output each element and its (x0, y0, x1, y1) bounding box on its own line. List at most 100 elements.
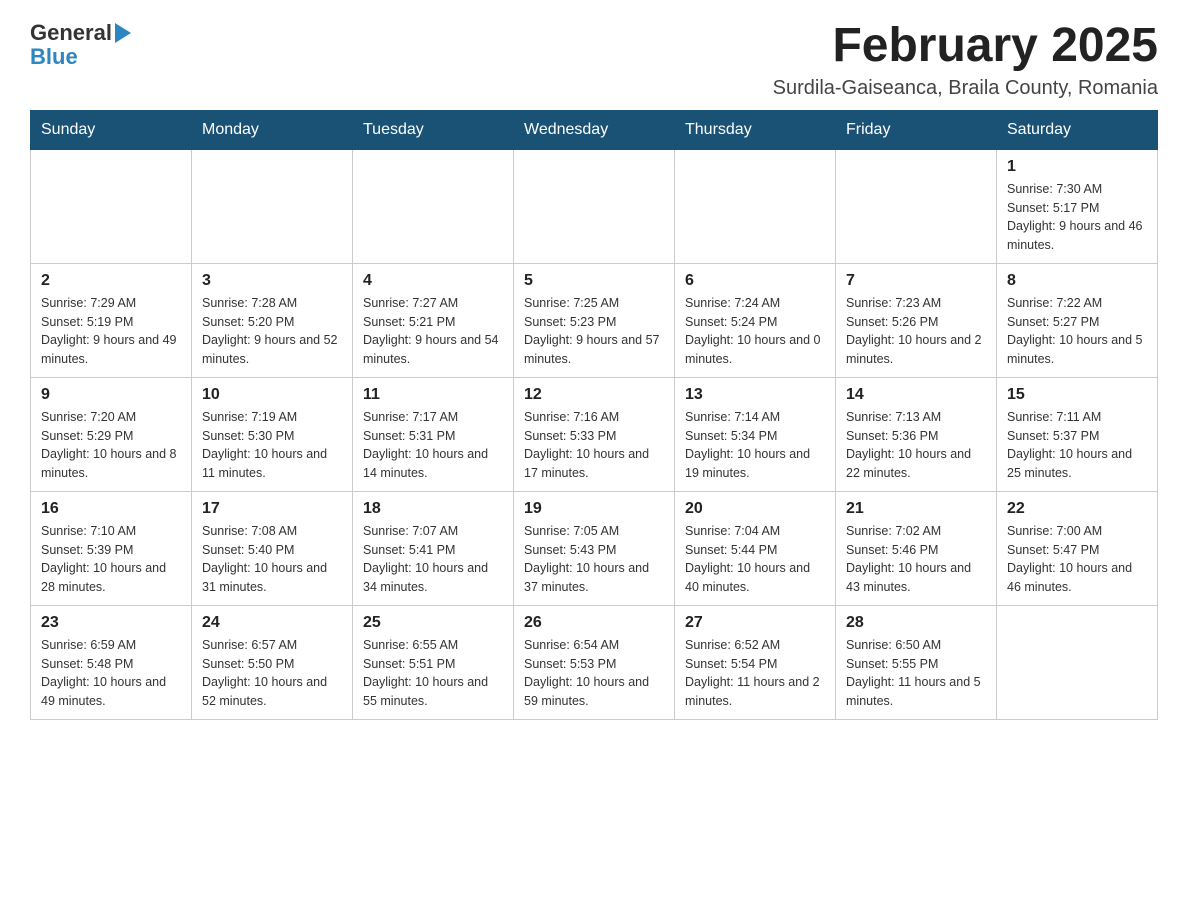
day-info: Sunrise: 7:08 AM Sunset: 5:40 PM Dayligh… (202, 522, 342, 597)
day-cell: 27 Sunrise: 6:52 AM Sunset: 5:54 PM Dayli… (675, 605, 836, 719)
day-cell (675, 149, 836, 263)
day-info: Sunrise: 7:24 AM Sunset: 5:24 PM Dayligh… (685, 294, 825, 369)
day-number: 15 (1007, 386, 1147, 404)
month-title: February 2025 (773, 20, 1158, 73)
day-cell: 12Sunrise: 7:16 AM Sunset: 5:33 PM Dayli… (514, 377, 675, 491)
day-number: 19 (524, 500, 664, 518)
day-number: 28 (846, 614, 986, 632)
day-number: 12 (524, 386, 664, 404)
day-cell: 23 Sunrise: 6:59 AM Sunset: 5:48 PM Dayli… (31, 605, 192, 719)
day-info: Sunrise: 6:59 AM Sunset: 5:48 PM Dayligh… (41, 636, 181, 711)
day-number: 27 (685, 614, 825, 632)
weekday-header-wednesday: Wednesday (514, 110, 675, 149)
day-info: Sunrise: 7:27 AM Sunset: 5:21 PM Dayligh… (363, 294, 503, 369)
day-info: Sunrise: 7:13 AM Sunset: 5:36 PM Dayligh… (846, 408, 986, 483)
day-cell: 15 Sunrise: 7:11 AM Sunset: 5:37 PM Dayli… (997, 377, 1158, 491)
day-cell: 11 Sunrise: 7:17 AM Sunset: 5:31 PM Dayli… (353, 377, 514, 491)
day-number: 7 (846, 272, 986, 290)
day-number: 13 (685, 386, 825, 404)
day-cell: 2 Sunrise: 7:29 AM Sunset: 5:19 PM Daylig… (31, 263, 192, 377)
header: General Blue February 2025 Surdila-Gaise… (30, 20, 1158, 100)
day-info: Sunrise: 7:07 AM Sunset: 5:41 PM Dayligh… (363, 522, 503, 597)
day-cell: 3Sunrise: 7:28 AM Sunset: 5:20 PM Daylig… (192, 263, 353, 377)
day-cell: 5 Sunrise: 7:25 AM Sunset: 5:23 PM Daylig… (514, 263, 675, 377)
day-info: Sunrise: 6:52 AM Sunset: 5:54 PM Dayligh… (685, 636, 825, 711)
day-number: 21 (846, 500, 986, 518)
day-cell (997, 605, 1158, 719)
day-info: Sunrise: 7:11 AM Sunset: 5:37 PM Dayligh… (1007, 408, 1147, 483)
day-number: 2 (41, 272, 181, 290)
title-section: February 2025 Surdila-Gaiseanca, Braila … (773, 20, 1158, 100)
day-info: Sunrise: 6:50 AM Sunset: 5:55 PM Dayligh… (846, 636, 986, 711)
day-cell: 8 Sunrise: 7:22 AM Sunset: 5:27 PM Daylig… (997, 263, 1158, 377)
day-number: 16 (41, 500, 181, 518)
week-row-1: 1 Sunrise: 7:30 AM Sunset: 5:17 PM Daylig… (31, 149, 1158, 263)
day-info: Sunrise: 7:25 AM Sunset: 5:23 PM Dayligh… (524, 294, 664, 369)
day-number: 20 (685, 500, 825, 518)
day-info: Sunrise: 7:28 AM Sunset: 5:20 PM Dayligh… (202, 294, 342, 369)
day-number: 18 (363, 500, 503, 518)
day-cell: 13 Sunrise: 7:14 AM Sunset: 5:34 PM Dayli… (675, 377, 836, 491)
weekday-header-saturday: Saturday (997, 110, 1158, 149)
day-cell: 14 Sunrise: 7:13 AM Sunset: 5:36 PM Dayli… (836, 377, 997, 491)
day-info: Sunrise: 7:05 AM Sunset: 5:43 PM Dayligh… (524, 522, 664, 597)
day-info: Sunrise: 7:23 AM Sunset: 5:26 PM Dayligh… (846, 294, 986, 369)
day-cell: 25Sunrise: 6:55 AM Sunset: 5:51 PM Dayli… (353, 605, 514, 719)
location-subtitle: Surdila-Gaiseanca, Braila County, Romani… (773, 77, 1158, 100)
day-cell: 21 Sunrise: 7:02 AM Sunset: 5:46 PM Dayli… (836, 491, 997, 605)
day-cell: 20 Sunrise: 7:04 AM Sunset: 5:44 PM Dayli… (675, 491, 836, 605)
day-cell: 22Sunrise: 7:00 AM Sunset: 5:47 PM Dayli… (997, 491, 1158, 605)
day-cell (836, 149, 997, 263)
day-info: Sunrise: 7:30 AM Sunset: 5:17 PM Dayligh… (1007, 180, 1147, 255)
day-number: 17 (202, 500, 342, 518)
day-info: Sunrise: 7:04 AM Sunset: 5:44 PM Dayligh… (685, 522, 825, 597)
day-cell: 17 Sunrise: 7:08 AM Sunset: 5:40 PM Dayli… (192, 491, 353, 605)
day-number: 14 (846, 386, 986, 404)
day-info: Sunrise: 6:55 AM Sunset: 5:51 PM Dayligh… (363, 636, 503, 711)
week-row-3: 9Sunrise: 7:20 AM Sunset: 5:29 PM Daylig… (31, 377, 1158, 491)
day-number: 23 (41, 614, 181, 632)
day-number: 5 (524, 272, 664, 290)
day-cell: 10 Sunrise: 7:19 AM Sunset: 5:30 PM Dayli… (192, 377, 353, 491)
logo-arrow-icon (115, 23, 131, 43)
day-number: 22 (1007, 500, 1147, 518)
day-cell: 18 Sunrise: 7:07 AM Sunset: 5:41 PM Dayli… (353, 491, 514, 605)
weekday-header-sunday: Sunday (31, 110, 192, 149)
day-info: Sunrise: 7:22 AM Sunset: 5:27 PM Dayligh… (1007, 294, 1147, 369)
day-cell: 26Sunrise: 6:54 AM Sunset: 5:53 PM Dayli… (514, 605, 675, 719)
day-cell: 24Sunrise: 6:57 AM Sunset: 5:50 PM Dayli… (192, 605, 353, 719)
day-number: 24 (202, 614, 342, 632)
day-number: 10 (202, 386, 342, 404)
weekday-header-friday: Friday (836, 110, 997, 149)
day-number: 8 (1007, 272, 1147, 290)
week-row-4: 16Sunrise: 7:10 AM Sunset: 5:39 PM Dayli… (31, 491, 1158, 605)
day-cell (192, 149, 353, 263)
day-number: 11 (363, 386, 503, 404)
weekday-header-thursday: Thursday (675, 110, 836, 149)
day-cell (353, 149, 514, 263)
weekday-header-monday: Monday (192, 110, 353, 149)
logo-blue-text: Blue (30, 44, 78, 70)
day-cell (31, 149, 192, 263)
day-number: 26 (524, 614, 664, 632)
day-cell: 9Sunrise: 7:20 AM Sunset: 5:29 PM Daylig… (31, 377, 192, 491)
logo: General Blue (30, 20, 131, 70)
day-cell: 1 Sunrise: 7:30 AM Sunset: 5:17 PM Daylig… (997, 149, 1158, 263)
day-cell: 28 Sunrise: 6:50 AM Sunset: 5:55 PM Dayli… (836, 605, 997, 719)
day-info: Sunrise: 7:29 AM Sunset: 5:19 PM Dayligh… (41, 294, 181, 369)
day-info: Sunrise: 7:02 AM Sunset: 5:46 PM Dayligh… (846, 522, 986, 597)
day-number: 4 (363, 272, 503, 290)
day-cell: 6Sunrise: 7:24 AM Sunset: 5:24 PM Daylig… (675, 263, 836, 377)
calendar-table: SundayMondayTuesdayWednesdayThursdayFrid… (30, 110, 1158, 720)
day-info: Sunrise: 7:14 AM Sunset: 5:34 PM Dayligh… (685, 408, 825, 483)
day-number: 9 (41, 386, 181, 404)
week-row-5: 23 Sunrise: 6:59 AM Sunset: 5:48 PM Dayli… (31, 605, 1158, 719)
logo-general-text: General (30, 20, 112, 46)
day-cell: 4 Sunrise: 7:27 AM Sunset: 5:21 PM Daylig… (353, 263, 514, 377)
day-info: Sunrise: 7:19 AM Sunset: 5:30 PM Dayligh… (202, 408, 342, 483)
day-info: Sunrise: 7:17 AM Sunset: 5:31 PM Dayligh… (363, 408, 503, 483)
day-cell: 19 Sunrise: 7:05 AM Sunset: 5:43 PM Dayli… (514, 491, 675, 605)
day-cell: 16Sunrise: 7:10 AM Sunset: 5:39 PM Dayli… (31, 491, 192, 605)
weekday-header-tuesday: Tuesday (353, 110, 514, 149)
day-number: 1 (1007, 158, 1147, 176)
